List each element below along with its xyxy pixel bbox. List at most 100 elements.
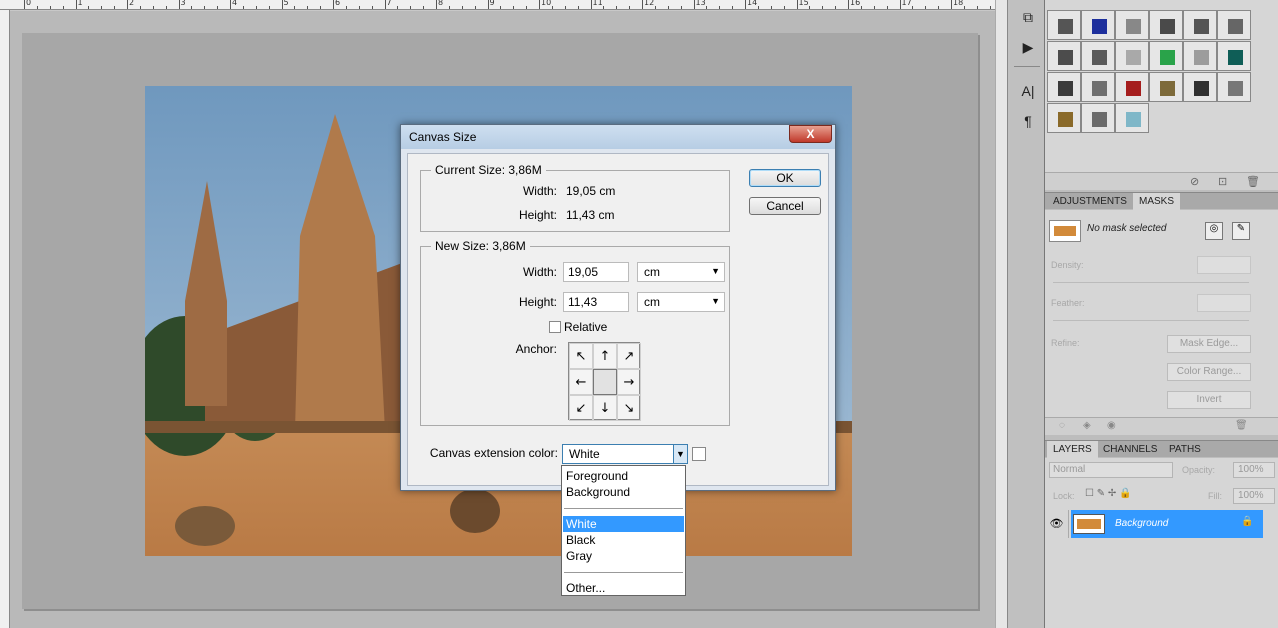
opacity-field[interactable]: 100% [1233,462,1275,478]
ruler-number: 16 [850,0,861,7]
style-swatch[interactable] [1081,10,1115,40]
style-swatch[interactable] [1047,72,1081,102]
delete-style-icon[interactable]: 🗑 [1246,175,1260,188]
style-swatch[interactable] [1081,103,1115,133]
option-foreground[interactable]: Foreground [563,468,684,484]
ruler-minor-tick [88,6,90,9]
blend-mode-select[interactable]: Normal [1049,462,1173,478]
pixel-mask-icon[interactable]: ◎ [1205,222,1223,240]
style-swatch[interactable] [1081,72,1115,102]
load-selection-icon[interactable]: ◌ [1059,420,1065,431]
relative-label[interactable]: Relative [564,320,607,334]
option-background[interactable]: Background [563,484,684,500]
style-swatch[interactable] [1081,41,1115,71]
style-swatch[interactable] [1115,72,1149,102]
dialog-titlebar[interactable]: Canvas Size X [401,125,835,149]
layers-tabs: LAYERS CHANNELS PATHS [1045,440,1278,458]
style-swatch[interactable] [1149,72,1183,102]
ruler-number: 1 [77,0,83,7]
canvas-extension-color-value: White [569,447,600,461]
paragraph-icon[interactable]: ¶ [1017,110,1039,132]
canvas-extension-color-label: Canvas extension color: [429,446,558,460]
ruler-major-tick [384,0,386,9]
lock-icons[interactable]: ☐ ✎ ✢ 🔒 [1085,488,1132,499]
enable-mask-icon[interactable]: ◉ [1107,420,1116,431]
anchor-grid[interactable]: ↖ ↑ ↗ ← → ↙ ↓ ↘ [568,342,641,421]
anchor-bottom-left-arrow-icon[interactable]: ↙ [569,395,593,421]
delete-mask-icon[interactable]: 🗑 [1235,420,1248,431]
anchor-bottom-right-arrow-icon[interactable]: ↘ [617,395,641,421]
style-swatch[interactable] [1183,72,1217,102]
new-style-icon[interactable]: ⊡ [1218,175,1227,188]
anchor-top-right-arrow-icon[interactable]: ↗ [617,343,641,369]
style-swatch[interactable] [1047,41,1081,71]
history-icon[interactable]: ⧉ [1017,6,1039,28]
option-other[interactable]: Other... [563,580,684,596]
width-input[interactable] [563,262,629,282]
ruler-minor-tick [423,6,425,9]
height-input[interactable] [563,292,629,312]
dropdown-separator [564,508,683,509]
fill-field[interactable]: 100% [1233,488,1275,504]
ruler-major-tick [539,0,540,9]
ruler-minor-tick [770,6,772,9]
tab-paths[interactable]: PATHS [1163,441,1207,458]
character-icon[interactable]: A| [1017,80,1039,102]
eye-icon[interactable]: 👁 [1045,510,1069,538]
dropdown-separator [564,572,683,573]
vector-mask-icon[interactable]: ✎ [1232,222,1250,240]
close-button[interactable]: X [789,125,832,143]
option-black[interactable]: Black [563,532,684,548]
anchor-left-arrow-icon[interactable]: ← [569,369,593,395]
tab-adjustments[interactable]: ADJUSTMENTS [1047,193,1133,210]
style-swatch[interactable] [1149,10,1183,40]
style-swatch[interactable] [1115,103,1149,133]
ruler-minor-tick [963,6,965,9]
tab-masks[interactable]: MASKS [1133,193,1181,210]
style-swatch-color [1092,19,1107,34]
chevron-down-icon[interactable]: ▼ [673,445,687,463]
tab-layers[interactable]: LAYERS [1047,441,1098,458]
clear-style-icon[interactable]: ⊘ [1190,175,1199,188]
relative-checkbox[interactable] [549,321,561,333]
option-gray[interactable]: Gray [563,548,684,564]
ruler-minor-tick [654,6,656,9]
style-swatch[interactable] [1217,10,1251,40]
anchor-center-cell[interactable] [593,369,617,395]
layer-row-background[interactable]: Background 🔒 [1071,510,1263,538]
ruler-major-tick [951,0,952,9]
anchor-top-left-arrow-icon[interactable]: ↖ [569,343,593,369]
ruler-minor-tick [217,6,219,9]
apply-mask-icon[interactable]: ◈ [1083,420,1091,431]
style-swatch[interactable] [1115,41,1149,71]
ruler-number: 4 [232,0,238,7]
feather-slider [1053,320,1249,321]
actions-play-icon[interactable]: ▶ [1017,36,1039,58]
style-swatch[interactable] [1217,72,1251,102]
style-swatch[interactable] [1183,10,1217,40]
ruler-major-tick [127,0,128,9]
style-swatch[interactable] [1047,103,1081,133]
current-height-value: 11,43 cm [566,208,615,222]
vertical-scrollbar[interactable] [995,0,1007,628]
style-swatch[interactable] [1115,10,1149,40]
anchor-bottom-arrow-icon[interactable]: ↓ [593,395,617,421]
width-unit-select[interactable]: cm ▼ [637,262,725,282]
style-swatch[interactable] [1047,10,1081,40]
lock-icon: 🔒 [1241,516,1254,527]
canvas-extension-color-select[interactable]: White ▼ [562,444,688,464]
style-swatch[interactable] [1183,41,1217,71]
anchor-right-arrow-icon[interactable]: → [617,369,641,395]
style-swatch[interactable] [1149,41,1183,71]
ok-button[interactable]: OK [749,169,821,187]
height-unit-select[interactable]: cm ▼ [637,292,725,312]
cancel-button[interactable]: Cancel [749,197,821,215]
option-white[interactable]: White [563,516,684,532]
anchor-top-arrow-icon[interactable]: ↑ [593,343,617,369]
tab-channels[interactable]: CHANNELS [1097,441,1163,458]
extension-color-swatch[interactable] [692,447,706,461]
style-swatch[interactable] [1217,41,1251,71]
ruler-minor-tick [667,6,669,9]
ruler-minor-tick [526,6,528,9]
ruler-major-tick [281,0,283,9]
